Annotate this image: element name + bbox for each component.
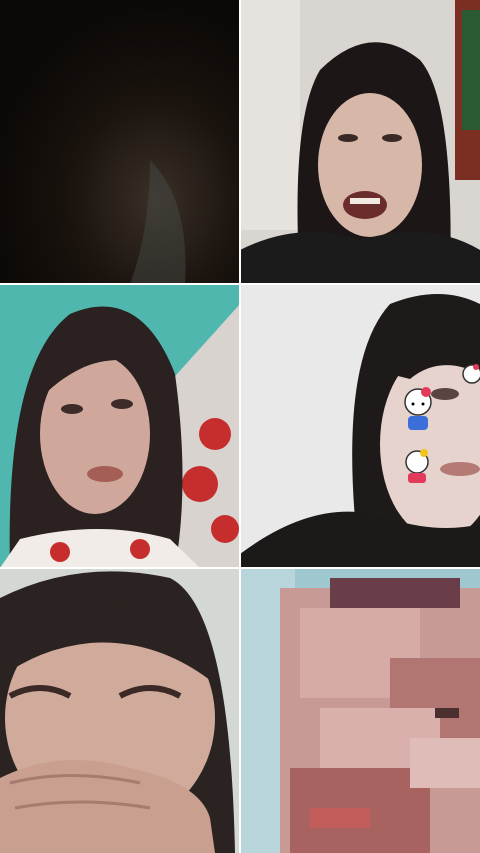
participant-video-4 xyxy=(240,284,480,568)
participant-video-6 xyxy=(240,568,480,853)
participant-video-2 xyxy=(240,0,480,284)
participant-tile-3[interactable] xyxy=(0,284,240,568)
participant-tile-5[interactable] xyxy=(0,568,240,853)
participant-video-1 xyxy=(0,0,240,284)
hello-kitty-sticker-icon xyxy=(405,449,429,483)
participant-video-3 xyxy=(0,284,240,568)
participant-tile-6[interactable] xyxy=(240,568,480,853)
video-call-grid xyxy=(0,0,480,853)
grid-divider-vertical xyxy=(239,0,241,853)
participant-tile-1[interactable] xyxy=(0,0,240,284)
participant-tile-4[interactable] xyxy=(240,284,480,568)
grid-divider-horizontal-2 xyxy=(0,567,480,569)
hello-kitty-sticker-icon xyxy=(404,387,432,430)
hello-kitty-sticker-icon xyxy=(462,364,480,384)
participant-tile-2[interactable] xyxy=(240,0,480,284)
grid-divider-horizontal-1 xyxy=(0,283,480,285)
participant-video-5 xyxy=(0,568,240,853)
